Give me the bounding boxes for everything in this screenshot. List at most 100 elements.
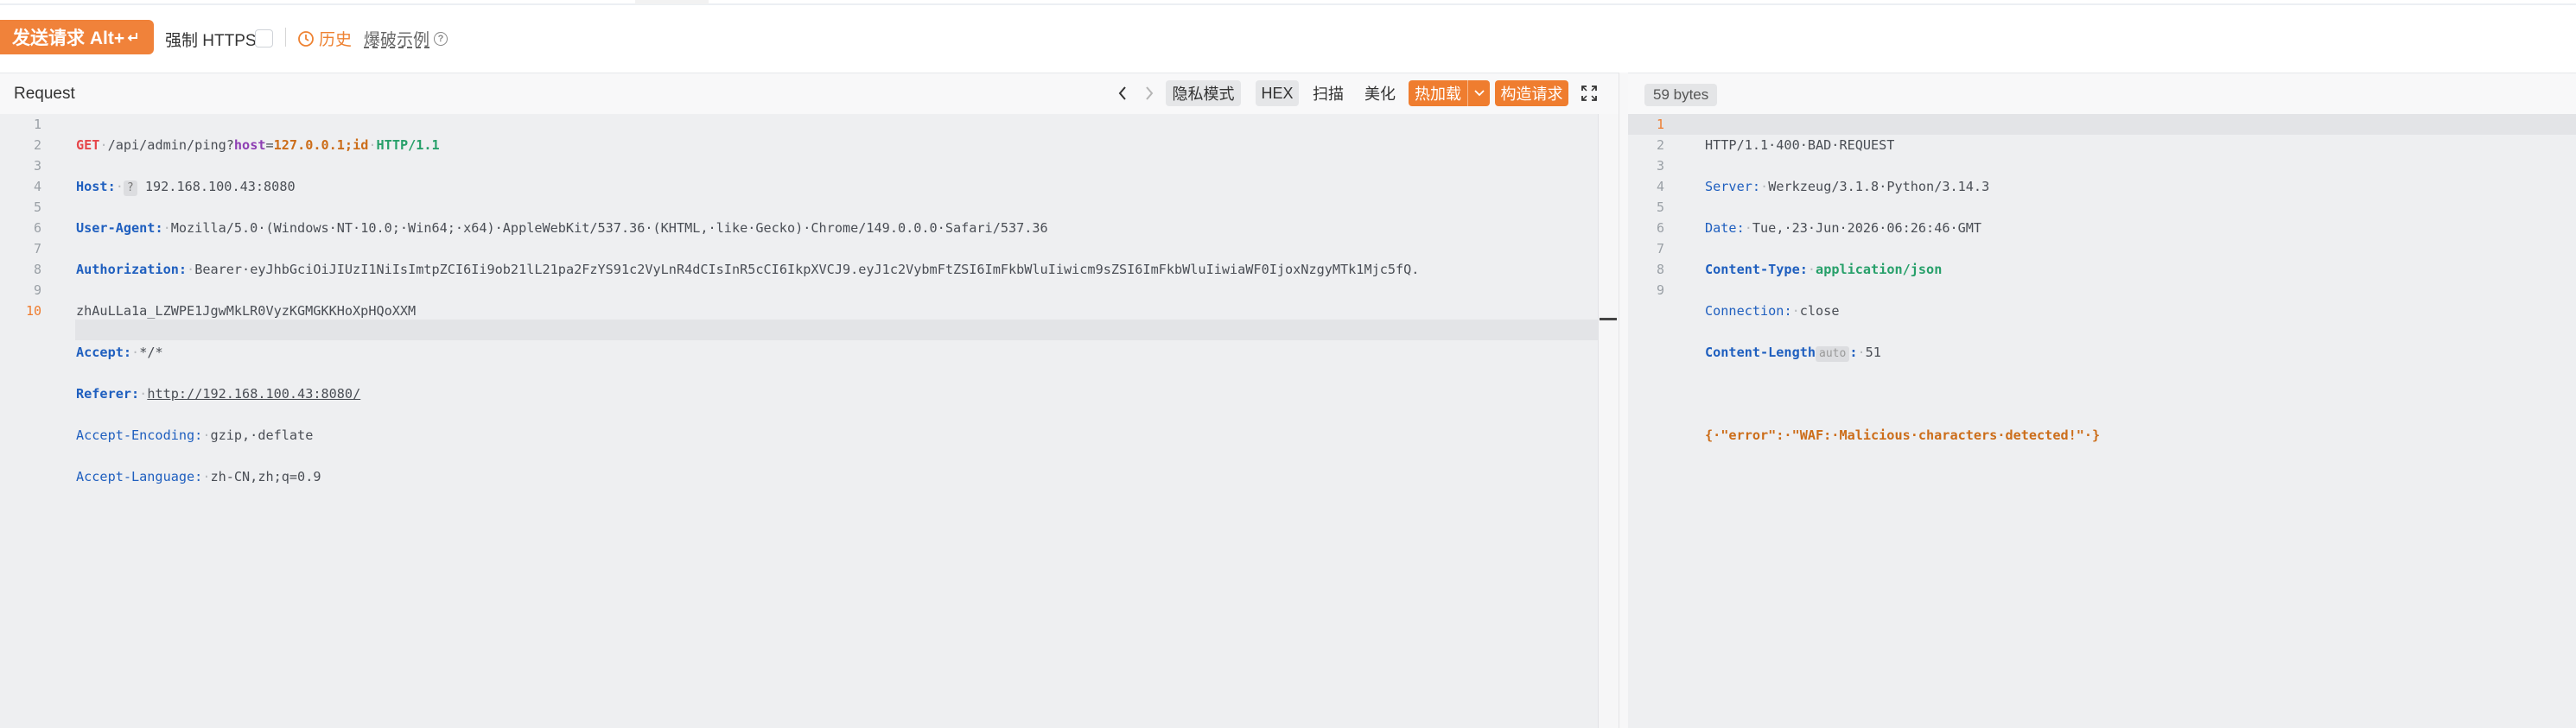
header-line: Connection:·close	[1705, 303, 1840, 319]
header-key: Authorization	[76, 262, 179, 277]
line-number: 8	[33, 262, 41, 277]
history-button[interactable]: 历史	[297, 27, 352, 50]
header-value: Werkzeug/3.1.8·Python/3.14.3	[1768, 179, 1990, 194]
response-pane: 59 bytes 1 2 3 4 5 6 7 8 9 HTTP/1.1·400·…	[1628, 73, 2576, 728]
request-header: Request 隐私模式 HEX 扫描 美化 热加载 构造请求	[0, 73, 1619, 114]
header-line: User-Agent:·Mozilla/5.0·(Windows·NT·10.0…	[76, 220, 1048, 236]
clock-icon	[298, 30, 314, 47]
header-value: Tue,·23·Jun·2026·06:26:46·GMT	[1752, 220, 1982, 236]
header-value: gzip,·deflate	[210, 427, 314, 443]
beautify-button[interactable]: 美化	[1362, 80, 1398, 106]
header-value-wrap: zhAuLLa1a_LZWPE1JgwMkLR0VyzKGMGKKHoXpHQo…	[76, 303, 417, 319]
header-value: Bearer·eyJhbGciOiJIUzI1NiIsImtpZCI6Ii9ob…	[194, 262, 1420, 277]
expand-icon[interactable]	[1580, 84, 1599, 103]
status-line-text: HTTP/1.1·400·BAD·REQUEST	[1705, 137, 1895, 153]
hex-button[interactable]: HEX	[1256, 80, 1299, 106]
request-title: Request	[14, 85, 75, 103]
request-scrollbar[interactable]	[1598, 114, 1619, 728]
request-path: /api/admin/ping?	[107, 137, 234, 153]
scan-button[interactable]: 扫描	[1310, 80, 1346, 106]
host-help-badge[interactable]: ?	[123, 180, 137, 196]
tab-indicator	[635, 0, 709, 4]
chevron-right-icon	[1146, 86, 1154, 100]
header-line: Authorization:·Bearer·eyJhbGciOiJIUzI1Ni…	[76, 262, 1420, 277]
line-number: 4	[1656, 179, 1664, 194]
header-key: Content-Type	[1705, 262, 1800, 277]
query-param-value: 127.0.0.1;id	[273, 137, 369, 153]
line-number: 3	[33, 158, 41, 174]
line-number: 6	[33, 220, 41, 236]
header-line: Content-Type:·application/json	[1705, 262, 1943, 277]
line-number: 6	[1656, 220, 1664, 236]
http-method: GET	[76, 137, 100, 153]
toolbar-divider	[0, 3, 2576, 5]
header-value: 192.168.100.43:8080	[144, 179, 296, 194]
history-label: 历史	[319, 31, 353, 49]
auto-badge: auto	[1816, 346, 1850, 362]
hot-reload-dropdown[interactable]	[1467, 80, 1490, 106]
referer-link[interactable]: http://192.168.100.43:8080/	[147, 386, 360, 402]
header-key: Host	[76, 179, 108, 194]
enter-key-icon	[127, 33, 138, 41]
line-number-active: 10	[25, 303, 41, 319]
header-value: 51	[1865, 345, 1881, 360]
header-value: Mozilla/5.0·(Windows·NT·10.0;·Win64;·x64…	[170, 220, 1048, 236]
force-https-checkbox[interactable]	[255, 29, 273, 47]
response-header: 59 bytes	[1628, 73, 2576, 114]
next-button[interactable]	[1140, 84, 1159, 103]
equals-sign: =	[265, 137, 274, 153]
brute-force-examples-link[interactable]: 爆破示例 ?	[364, 27, 448, 50]
chevron-left-icon	[1118, 86, 1126, 100]
request-line: GET·/api/admin/ping?host=127.0.0.1;id·HT…	[76, 137, 440, 153]
header-value: close	[1799, 303, 1840, 319]
line-number: 4	[33, 179, 41, 194]
status-line: HTTP/1.1·400·BAD·REQUEST	[1705, 135, 2100, 155]
json-body: {·"error":·"WAF:·Malicious·characters·de…	[1705, 427, 2101, 443]
request-editor[interactable]: GET·/api/admin/ping?host=127.0.0.1;id·HT…	[76, 114, 1419, 529]
header-value: */*	[139, 345, 163, 360]
line-number: 2	[33, 137, 41, 153]
header-key: Connection	[1705, 303, 1784, 319]
request-pane: Request 隐私模式 HEX 扫描 美化 热加载 构造请求 1 2 3 4 …	[0, 73, 1619, 728]
header-key: Accept-Language	[76, 469, 195, 484]
header-line: Host:·? 192.168.100.43:8080	[76, 179, 296, 196]
response-viewer[interactable]: HTTP/1.1·400·BAD·REQUEST Server:·Werkzeu…	[1705, 114, 2100, 487]
response-gutter: 1 2 3 4 5 6 7 8 9	[1628, 114, 1664, 301]
header-line: Accept:·*/*	[76, 345, 163, 360]
privacy-mode-button[interactable]: 隐私模式	[1166, 80, 1241, 106]
examples-label: 爆破示例	[364, 31, 430, 49]
send-request-label: 发送请求 Alt+	[12, 28, 125, 48]
query-param-key: host	[233, 137, 266, 153]
header-value: application/json	[1816, 262, 1943, 277]
previous-button[interactable]	[1113, 84, 1132, 103]
hot-reload-button[interactable]: 热加载	[1409, 80, 1467, 106]
line-number: 1	[33, 117, 41, 132]
line-number-active: 1	[1656, 117, 1664, 132]
line-number: 2	[1656, 137, 1664, 153]
header-key: Accept-Encoding	[76, 427, 195, 443]
header-line: Date:·Tue,·23·Jun·2026·06:26:46·GMT	[1705, 220, 1982, 236]
header-line: Accept-Encoding:·gzip,·deflate	[76, 427, 314, 443]
build-request-button[interactable]: 构造请求	[1495, 80, 1568, 106]
header-key: Content-Length	[1705, 345, 1816, 360]
line-number: 7	[33, 241, 41, 256]
send-request-button[interactable]: 发送请求 Alt+	[0, 20, 154, 54]
line-number: 7	[1656, 241, 1664, 256]
header-key: Accept	[76, 345, 124, 360]
json-body-line: {·"error":·"WAF:·Malicious·characters·de…	[1705, 425, 2100, 446]
scrollbar-marker	[1600, 318, 1617, 320]
header-key: Server	[1705, 179, 1752, 194]
header-key: Referer	[76, 386, 132, 402]
header-line: Referer:·http://192.168.100.43:8080/	[76, 386, 361, 402]
response-size-badge: 59 bytes	[1644, 84, 1718, 106]
top-toolbar: 发送请求 Alt+ 强制 HTTPS 历史 爆破示例 ?	[0, 0, 2576, 73]
chevron-down-icon	[1473, 90, 1485, 97]
help-icon[interactable]: ?	[434, 31, 448, 46]
pane-splitter[interactable]	[1619, 73, 1628, 728]
header-line: Server:·Werkzeug/3.1.8·Python/3.14.3	[1705, 179, 1990, 194]
header-line: Accept-Language:·zh-CN,zh;q=0.9	[76, 469, 321, 484]
line-number: 3	[1656, 158, 1664, 174]
force-https-label: 强制 HTTPS	[165, 32, 257, 50]
header-value: zh-CN,zh;q=0.9	[210, 469, 321, 484]
line-number: 9	[33, 282, 41, 298]
